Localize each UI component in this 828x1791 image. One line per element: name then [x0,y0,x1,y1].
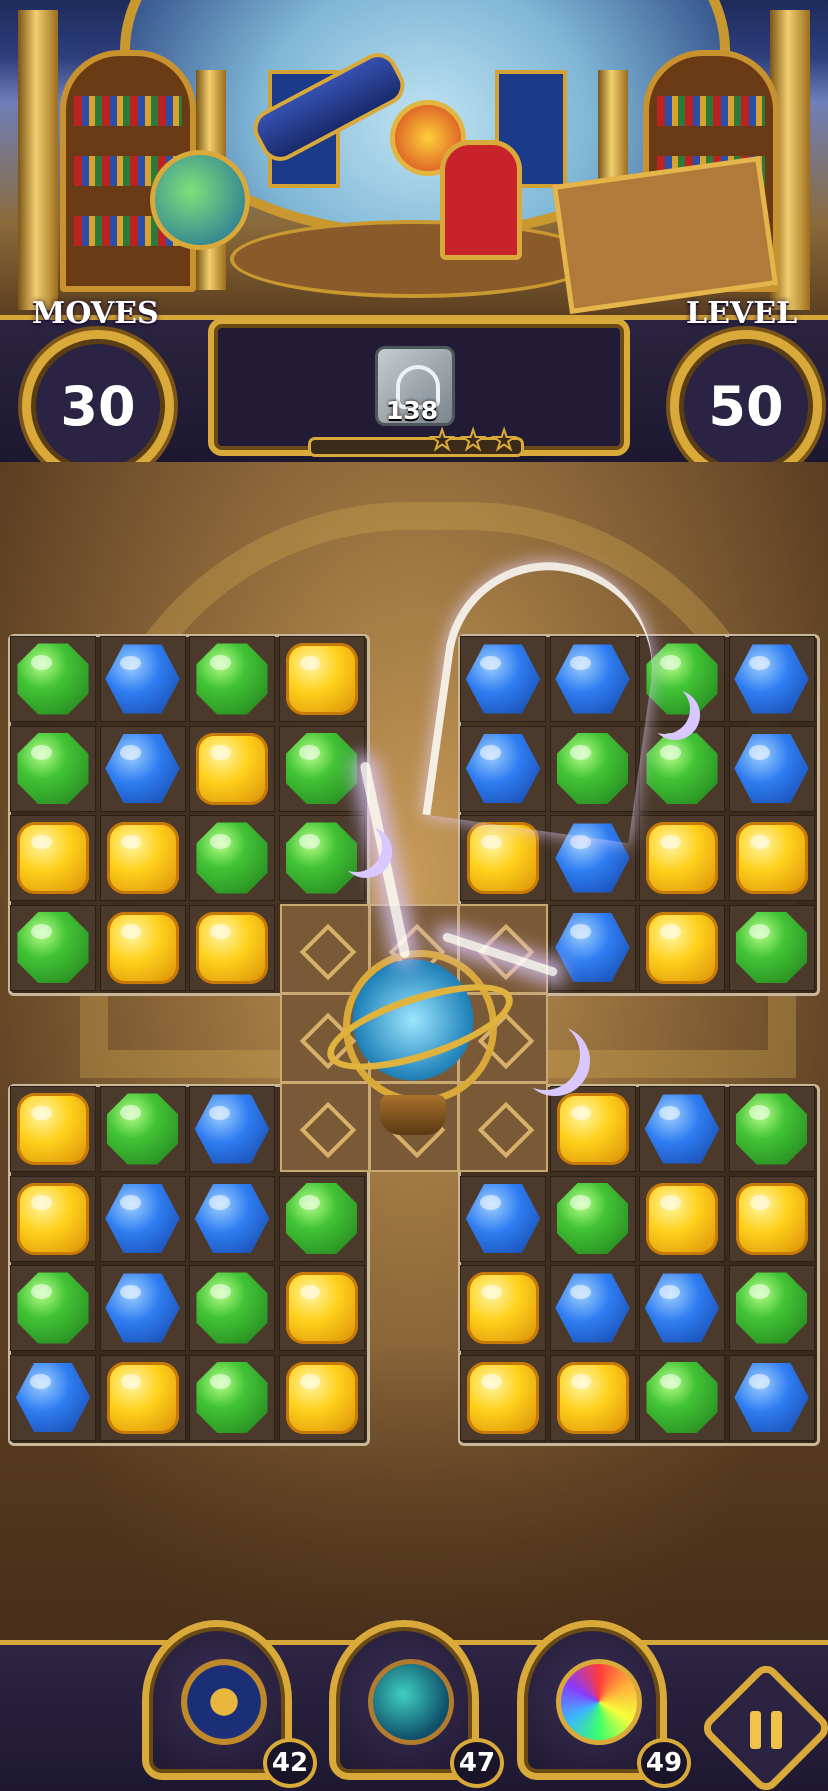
blue-gem[interactable] [103,1268,183,1348]
star-icon: ★ [460,425,486,456]
yellow-gem[interactable] [642,1179,722,1259]
level-counter: 50 [670,330,822,482]
yellow-gem[interactable] [103,908,183,988]
blue-gem[interactable] [192,1179,272,1259]
booster-count: 49 [637,1738,691,1788]
pause-icon [741,1705,791,1755]
moves-value: 30 [60,374,136,438]
armillary-sphere-icon[interactable] [317,930,523,1140]
green-gem[interactable] [13,639,93,719]
blue-gem[interactable] [553,908,633,988]
yellow-gem[interactable] [463,1268,543,1348]
yellow-gem[interactable] [282,1268,362,1348]
blue-gem[interactable] [463,1179,543,1259]
yellow-gem[interactable] [192,729,272,809]
stage-platform [230,220,598,298]
pillar [18,10,58,310]
blue-gem[interactable] [732,729,812,809]
yellow-gem[interactable] [282,1358,362,1438]
green-gem[interactable] [282,729,362,809]
moves-label: MOVES [32,296,159,331]
yellow-gem[interactable] [642,908,722,988]
crescent-moon-icon [510,1020,580,1090]
green-gem[interactable] [642,729,722,809]
moves-counter: 30 [22,330,174,482]
green-gem[interactable] [13,729,93,809]
blue-gem[interactable] [642,1268,722,1348]
globe-icon [150,150,250,250]
star-icon: ★ [491,425,517,456]
blue-gem[interactable] [732,639,812,719]
booster-count: 47 [450,1738,504,1788]
yellow-gem[interactable] [282,639,362,719]
green-gem[interactable] [192,818,272,898]
yellow-gem[interactable] [103,818,183,898]
blue-gem[interactable] [13,1358,93,1438]
yellow-gem[interactable] [642,818,722,898]
observatory-scene [0,0,828,320]
telescope-cannon-icon [181,1659,267,1745]
green-gem[interactable] [553,1179,633,1259]
yellow-gem[interactable] [13,1179,93,1259]
yellow-gem[interactable] [192,908,272,988]
rainbow-compass-icon [556,1659,642,1745]
yellow-gem[interactable] [13,818,93,898]
green-gem[interactable] [732,908,812,988]
yellow-gem[interactable] [732,1179,812,1259]
blue-gem[interactable] [642,1089,722,1169]
yellow-gem[interactable] [463,1358,543,1438]
green-gem[interactable] [282,1179,362,1259]
green-gem[interactable] [103,1089,183,1169]
yellow-gem[interactable] [463,818,543,898]
green-gem[interactable] [732,1268,812,1348]
yellow-gem[interactable] [103,1358,183,1438]
blue-gem[interactable] [553,1268,633,1348]
yellow-gem[interactable] [732,818,812,898]
blue-gem[interactable] [103,1179,183,1259]
goal-count: 138 [385,396,439,425]
green-gem[interactable] [192,1268,272,1348]
star-icon: ★ [429,425,455,456]
green-gem[interactable] [13,908,93,988]
green-gem[interactable] [732,1089,812,1169]
level-label: LEVEL [686,296,798,331]
green-gem[interactable] [642,1358,722,1438]
level-value: 50 [708,374,784,438]
blue-gem[interactable] [192,1089,272,1169]
blue-gem[interactable] [103,729,183,809]
green-gem[interactable] [192,1358,272,1438]
blue-gem[interactable] [732,1358,812,1438]
yellow-gem[interactable] [13,1089,93,1169]
yellow-gem[interactable] [553,1089,633,1169]
red-chair-icon [440,140,522,260]
yellow-gem[interactable] [553,1358,633,1438]
blue-gem[interactable] [103,639,183,719]
crescent-moon-icon [640,684,690,734]
crescent-moon-icon [330,820,382,872]
caged-orb-icon [368,1659,454,1745]
green-gem[interactable] [192,639,272,719]
booster-count: 42 [263,1738,317,1788]
green-gem[interactable] [13,1268,93,1348]
